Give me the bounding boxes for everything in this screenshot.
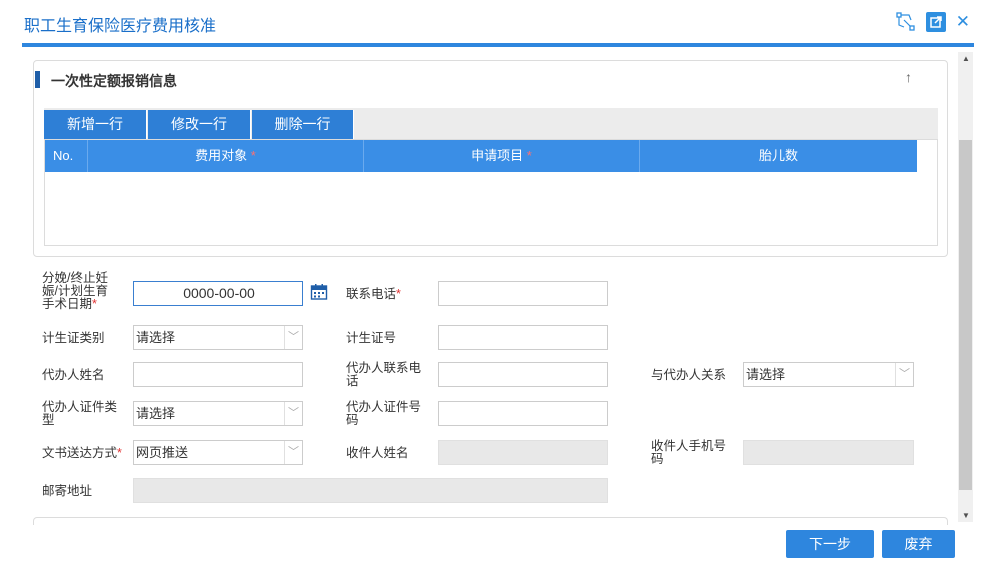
delete-row-button[interactable]: 删除一行 [252,110,354,139]
recipient-phone-label: 收件人手机号 码 [651,439,727,466]
calendar-icon[interactable] [310,283,328,301]
agent-name-input[interactable] [133,362,303,387]
mail-address-input[interactable] [133,478,608,503]
recipient-phone-input[interactable] [743,440,914,465]
chevron-down-icon[interactable]: ﹀ [284,441,302,464]
birth-permit-no-label: 计生证号 [346,331,397,345]
agent-phone-label: 代办人联系电 话 [346,361,422,388]
agent-name-label: 代办人姓名 [42,368,105,382]
edit-row-button[interactable]: 修改一行 [148,110,251,139]
workflow-icon[interactable] [896,12,916,32]
agent-relation-label: 与代办人关系 [651,368,727,382]
popout-icon[interactable] [925,12,946,32]
reimbursement-grid: No. 费用对象 * 申请项目 * 胎儿数 [44,139,938,246]
chevron-down-icon[interactable]: ﹀ [895,363,913,386]
column-header-apply-item[interactable]: 申请项目 * [364,140,640,172]
agent-id-type-select[interactable]: 请选择 ﹀ [133,401,303,426]
window-titlebar: 职工生育保险医疗费用核准 ✕ [0,0,1000,44]
agent-relation-select[interactable]: 请选择 ﹀ [743,362,914,387]
discard-button[interactable]: 废弃 [882,530,955,558]
column-header-fetus-count[interactable]: 胎儿数 [640,140,917,172]
birth-permit-type-label: 计生证类别 [42,331,105,345]
birth-permit-type-select[interactable]: 请选择 ﹀ [133,325,303,350]
collapse-up-icon[interactable]: ↑ [905,69,912,85]
agent-id-no-input[interactable] [438,401,608,426]
window-controls: ✕ [896,12,970,32]
recipient-name-label: 收件人姓名 [346,446,409,460]
scrollbar-thumb[interactable] [959,140,972,490]
next-panel-edge [33,517,948,525]
vertical-scrollbar[interactable]: ▲ ▼ [958,52,973,522]
surgery-date-label: 分娩/终止妊 娠/计划生育 手术日期* [42,271,108,311]
chevron-down-icon[interactable]: ﹀ [284,326,302,349]
column-header-fee-object[interactable]: 费用对象 * [88,140,364,172]
close-icon[interactable]: ✕ [956,12,970,32]
phone-input[interactable] [438,281,608,306]
delivery-method-select[interactable]: 网页推送 ﹀ [133,440,303,465]
mail-address-label: 邮寄地址 [42,484,93,498]
column-header-no[interactable]: No. [45,140,88,172]
panel-heading: 一次性定额报销信息 [51,73,177,89]
scroll-down-icon[interactable]: ▼ [962,511,970,520]
phone-label: 联系电话* [346,287,401,301]
add-row-button[interactable]: 新增一行 [44,110,147,139]
delivery-method-label: 文书送达方式* [42,446,122,460]
surgery-date-input[interactable]: 0000-00-00 [133,281,303,306]
grid-toolbar: 新增一行 修改一行 删除一行 [44,108,938,139]
birth-permit-no-input[interactable] [438,325,608,350]
recipient-name-input[interactable] [438,440,608,465]
agent-phone-input[interactable] [438,362,608,387]
agent-id-type-label: 代办人证件类 型 [42,400,118,427]
window-title: 职工生育保险医疗费用核准 [24,18,217,35]
next-step-button[interactable]: 下一步 [786,530,874,558]
scroll-up-icon[interactable]: ▲ [962,54,970,63]
grid-header: No. 费用对象 * 申请项目 * 胎儿数 [45,140,917,172]
reimbursement-panel: 一次性定额报销信息 ↑ 新增一行 修改一行 删除一行 No. 费用对象 * 申请… [33,60,948,257]
agent-id-no-label: 代办人证件号 码 [346,400,422,427]
title-divider [22,43,974,47]
chevron-down-icon[interactable]: ﹀ [284,402,302,425]
panel-heading-marker [35,71,40,88]
